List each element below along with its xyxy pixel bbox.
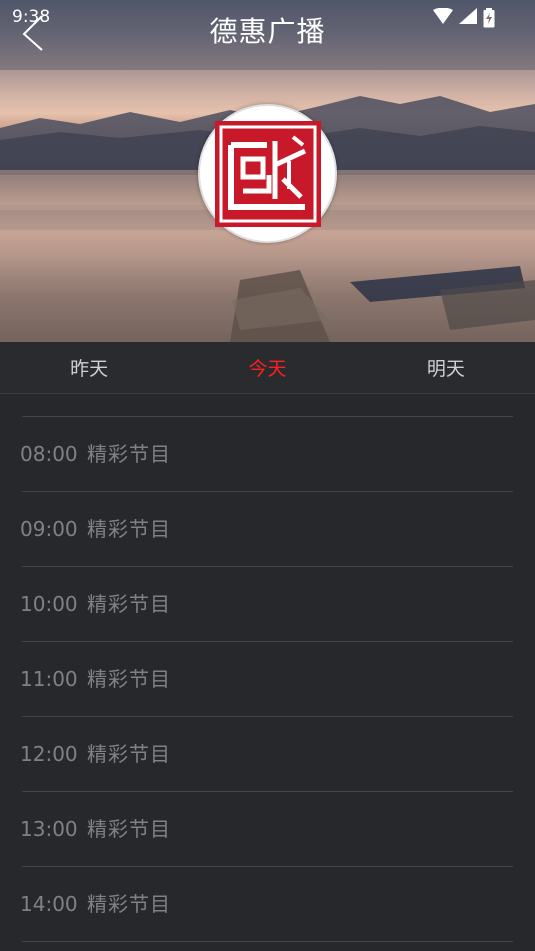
tab-tomorrow[interactable]: 明天 xyxy=(357,342,535,393)
schedule-row[interactable]: 09:00 精彩节目 xyxy=(0,492,535,567)
program-time: 11:00 xyxy=(20,667,78,691)
program-title: 精彩节目 xyxy=(87,742,171,766)
schedule-row[interactable]: 14:00 精彩节目 xyxy=(0,867,535,942)
program-title: 精彩节目 xyxy=(87,892,171,916)
station-logo xyxy=(198,104,337,243)
row-divider xyxy=(22,941,513,942)
tab-yesterday[interactable]: 昨天 xyxy=(0,342,178,393)
program-time: 14:00 xyxy=(20,892,78,916)
schedule-row[interactable]: 13:00 精彩节目 xyxy=(0,792,535,867)
schedule-row[interactable]: 10:00 精彩节目 xyxy=(0,567,535,642)
program-title: 精彩节目 xyxy=(87,592,171,616)
program-time: 13:00 xyxy=(20,817,78,841)
program-time: 08:00 xyxy=(20,442,78,466)
schedule-row[interactable]: 12:00 精彩节目 xyxy=(0,717,535,792)
program-time: 09:00 xyxy=(20,517,78,541)
schedule-row[interactable]: 08:00 精彩节目 xyxy=(0,417,535,492)
page-title: 德惠广播 xyxy=(209,15,326,48)
program-title: 精彩节目 xyxy=(87,517,171,541)
tab-today[interactable]: 今天 xyxy=(178,342,356,393)
program-time: 12:00 xyxy=(20,742,78,766)
program-time: 10:00 xyxy=(20,592,78,616)
header-banner: 9:38 德惠广播 xyxy=(0,0,535,342)
station-seal-logo xyxy=(214,120,321,227)
day-tabs: 昨天 今天 明天 xyxy=(0,342,535,394)
program-title: 精彩节目 xyxy=(87,667,171,691)
app-screen: 9:38 德惠广播 昨天 今天 明天 08:00 精彩节目 09:00 精彩节目… xyxy=(0,0,535,951)
program-title: 精彩节目 xyxy=(87,817,171,841)
program-title: 精彩节目 xyxy=(87,442,171,466)
schedule-row[interactable]: 11:00 精彩节目 xyxy=(0,642,535,717)
